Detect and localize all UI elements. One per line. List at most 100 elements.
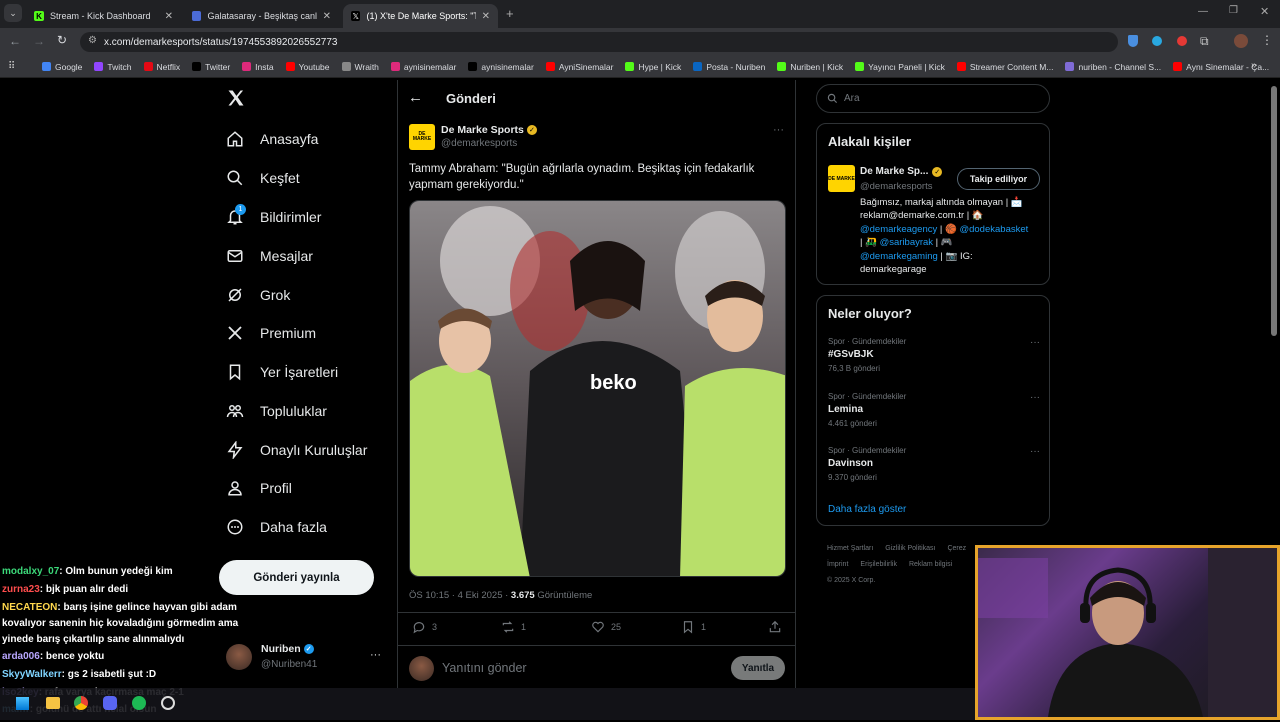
footer-link[interactable]: Hizmet Şartları xyxy=(827,545,873,552)
bookmark-item[interactable]: Google xyxy=(36,62,88,72)
new-tab-button[interactable]: + xyxy=(506,6,514,21)
related-avatar[interactable]: DE MARKE xyxy=(828,165,855,192)
profile-avatar[interactable] xyxy=(1234,34,1248,48)
shield-extension-icon[interactable] xyxy=(1128,35,1138,47)
bookmark-item[interactable]: Yayıncı Paneli | Kick xyxy=(849,62,951,72)
chat-username[interactable]: NECATEON xyxy=(2,602,57,613)
chrome-icon[interactable] xyxy=(74,696,88,710)
more-icon[interactable]: ··· xyxy=(370,649,381,661)
nav-notifications[interactable]: Bildirimler 1 xyxy=(226,204,321,229)
apps-grid-icon[interactable]: ⠿ xyxy=(8,61,15,72)
browser-menu-icon[interactable]: ⋮ xyxy=(1261,33,1273,47)
bookmark-item[interactable]: Aynı Sinemalar - Ça... xyxy=(1167,62,1275,72)
reply-input[interactable]: Yanıtını gönder xyxy=(442,661,527,675)
footer-link[interactable]: Reklam bilgisi xyxy=(909,561,952,568)
footer-link[interactable]: Çerez xyxy=(947,545,966,552)
bookmark-item[interactable]: Youtube xyxy=(280,62,336,72)
forward-icon[interactable]: → xyxy=(33,34,45,48)
mention-link[interactable]: @dodekabasket xyxy=(959,224,1028,235)
nav-communities[interactable]: Topluluklar xyxy=(226,399,327,423)
trend-more-icon[interactable]: ··· xyxy=(1030,392,1040,403)
tab-x-post[interactable]: 𝕏 (1) X'te De Marke Sports: "Tamm ✕ xyxy=(343,4,498,28)
author-name[interactable]: De Marke Sports xyxy=(441,124,524,136)
bookmark-item[interactable]: AyniSinemalar xyxy=(540,62,620,72)
mention-link[interactable]: @demarkegaming xyxy=(860,251,938,262)
nav-explore[interactable]: Keşfet xyxy=(226,166,300,190)
footer-link[interactable]: İmprint xyxy=(827,561,848,568)
tab-score[interactable]: Galatasaray - Beşiktaş canlı sko ✕ xyxy=(184,4,339,28)
minimize-icon[interactable]: — xyxy=(1198,6,1208,17)
windows-start-icon[interactable] xyxy=(16,697,29,710)
extensions-puzzle-icon[interactable]: ⧉ xyxy=(1200,34,1209,49)
like-action[interactable]: 25 xyxy=(591,620,621,634)
window-close-icon[interactable]: ✕ xyxy=(1260,5,1269,18)
nav-grok[interactable]: Grok xyxy=(226,283,290,307)
url-bar[interactable]: ⚙ x.com/demarkesports/status/19745538920… xyxy=(80,32,1118,52)
following-button[interactable]: Takip ediliyor xyxy=(957,168,1040,190)
spotify-icon[interactable] xyxy=(132,696,146,710)
mention-link[interactable]: @saribayrak xyxy=(880,237,933,248)
author-avatar[interactable]: DE MARKE xyxy=(409,124,435,150)
extension-red-icon[interactable] xyxy=(1177,36,1187,46)
x-logo-icon[interactable] xyxy=(226,88,246,113)
reply-action[interactable]: 3 xyxy=(412,620,437,634)
trend-more-icon[interactable]: ··· xyxy=(1030,337,1040,348)
author-handle[interactable]: @demarkesports xyxy=(441,138,517,149)
back-arrow-icon[interactable]: ← xyxy=(408,89,423,106)
post-button[interactable]: Gönderi yayınla xyxy=(219,560,374,595)
nav-premium[interactable]: Premium xyxy=(226,321,316,345)
chat-username[interactable]: arda006 xyxy=(2,651,40,662)
bookmark-item[interactable]: aynisinemalar xyxy=(385,62,462,72)
trend-item[interactable]: Spor · Gündemdekiler Lemina 4.461 gönder… xyxy=(828,392,1040,436)
reload-icon[interactable]: ↻ xyxy=(57,33,67,47)
nav-more[interactable]: Daha fazla xyxy=(226,515,327,539)
retweet-action[interactable]: 1 xyxy=(501,620,526,634)
chat-username[interactable]: modalxy_07 xyxy=(2,566,59,577)
share-icon[interactable] xyxy=(768,620,782,639)
close-icon[interactable]: ✕ xyxy=(482,11,490,22)
maximize-icon[interactable]: ❐ xyxy=(1229,5,1238,16)
bookmark-item[interactable]: aynisinemalar xyxy=(462,62,539,72)
bookmark-item[interactable]: Insta xyxy=(236,62,279,72)
tweet-more-icon[interactable]: ··· xyxy=(773,124,784,136)
footer-link[interactable]: Gizlilik Politikası xyxy=(885,545,935,552)
site-info-icon[interactable]: ⚙ xyxy=(88,35,97,46)
discord-icon[interactable] xyxy=(103,696,117,710)
file-explorer-icon[interactable] xyxy=(46,697,60,709)
nav-home[interactable]: Anasayfa xyxy=(226,127,318,151)
nav-bookmarks[interactable]: Yer İşaretleri xyxy=(226,360,338,384)
bookmark-item[interactable]: nuriben - Channel S... xyxy=(1059,62,1167,72)
footer-link[interactable]: Erişilebilirlik xyxy=(860,561,897,568)
search-box[interactable]: Ara xyxy=(816,84,1050,113)
bookmark-item[interactable]: Nuriben | Kick xyxy=(771,62,849,72)
page-scrollbar[interactable] xyxy=(1271,86,1277,336)
tweet-time[interactable]: ÖS 10:15 · 4 Eki 2025 · xyxy=(409,590,511,601)
extension-icon[interactable] xyxy=(1152,36,1162,46)
bookmark-item[interactable]: Twitch xyxy=(88,62,137,72)
tab-kick-dashboard[interactable]: K Stream - Kick Dashboard ✕ xyxy=(26,4,181,28)
obs-icon[interactable] xyxy=(161,696,175,710)
tweet-photo[interactable]: beko xyxy=(409,200,786,577)
related-handle[interactable]: @demarkesports xyxy=(860,181,932,192)
chat-username[interactable]: SkyyWalkerr xyxy=(2,669,62,680)
trend-item[interactable]: Spor · Gündemdekiler Davinson 9.370 gönd… xyxy=(828,446,1040,490)
bookmark-item[interactable]: Streamer Content M... xyxy=(951,62,1060,72)
bookmark-item[interactable]: Twitter xyxy=(186,62,236,72)
nav-verified-orgs[interactable]: Onaylı Kuruluşlar xyxy=(226,438,367,462)
bookmarks-overflow-icon[interactable]: » xyxy=(1251,60,1257,71)
mention-link[interactable]: @demarkeagency xyxy=(860,224,937,235)
show-more-link[interactable]: Daha fazla göster xyxy=(828,504,906,515)
back-icon[interactable]: ← xyxy=(9,34,21,48)
tab-search-button[interactable]: ⌄ xyxy=(4,4,22,22)
account-switcher[interactable]: Nuriben ✓ @Nuriben41 ··· xyxy=(226,643,386,675)
bookmark-item[interactable]: Wraith xyxy=(336,62,385,72)
bookmark-item[interactable]: Netflix xyxy=(138,62,187,72)
related-name[interactable]: De Marke Sp... xyxy=(860,166,928,177)
chat-username[interactable]: zurna23 xyxy=(2,584,40,595)
reply-button[interactable]: Yanıtla xyxy=(731,656,785,680)
close-icon[interactable]: ✕ xyxy=(323,11,331,22)
nav-profile[interactable]: Profil xyxy=(226,476,292,500)
bookmark-item[interactable]: Posta - Nuriben xyxy=(687,62,771,72)
trend-item[interactable]: Spor · Gündemdekiler #GSvBJK 76,3 B gönd… xyxy=(828,337,1040,381)
bookmark-action[interactable]: 1 xyxy=(681,620,706,634)
